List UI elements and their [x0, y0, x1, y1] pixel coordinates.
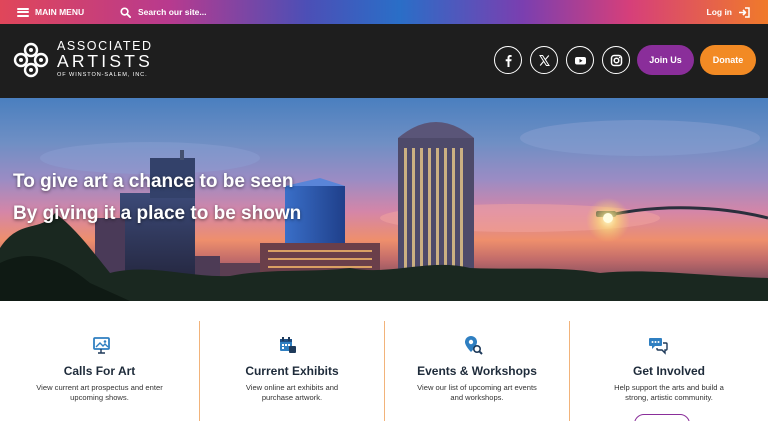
- search-input[interactable]: [138, 7, 338, 17]
- feature-description: View current art prospectus and enter up…: [36, 383, 163, 402]
- calendar-icon: [280, 337, 296, 353]
- top-bar: MAIN MENU Log in: [0, 0, 768, 24]
- donate-button[interactable]: Donate: [700, 45, 756, 75]
- facebook-icon: [505, 54, 512, 67]
- feature-title: Events & Workshops: [417, 364, 537, 378]
- instagram-link[interactable]: [602, 46, 630, 74]
- main-menu-button[interactable]: MAIN MENU: [17, 0, 84, 24]
- site-logo[interactable]: ASSOCIATED ARTISTS OF WINSTON-SALEM, INC…: [11, 40, 153, 80]
- feature-get-involved[interactable]: Get Involved Help support the arts and b…: [570, 301, 768, 421]
- facebook-link[interactable]: [494, 46, 522, 74]
- x-icon: [538, 54, 550, 66]
- youtube-icon: [574, 56, 586, 64]
- feature-description: Help support the arts and build a strong…: [614, 383, 724, 402]
- art-gallery-icon: [93, 337, 110, 354]
- instagram-icon: [610, 54, 622, 66]
- feature-calls-for-art[interactable]: Calls For Art View current art prospectu…: [0, 301, 199, 421]
- location-search-icon: [465, 336, 483, 355]
- swirl-logo-icon: [13, 42, 49, 78]
- hero-tagline-line2: By giving it a place to be shown: [13, 203, 302, 224]
- youtube-link[interactable]: [566, 46, 594, 74]
- main-menu-label: MAIN MENU: [35, 7, 85, 17]
- feature-row: Calls For Art View current art prospectu…: [0, 301, 768, 421]
- city-skyline-image: [0, 120, 768, 301]
- login-link[interactable]: Log in: [707, 0, 751, 24]
- hamburger-icon: [17, 7, 29, 17]
- feature-title: Get Involved: [632, 364, 706, 378]
- feature-description: View our list of upcoming art events and…: [417, 383, 537, 402]
- login-label: Log in: [706, 7, 733, 17]
- sign-in-icon: [739, 6, 750, 18]
- feature-title: Calls For Art: [63, 364, 136, 378]
- get-involved-button[interactable]: [634, 414, 690, 421]
- hero-banner: To give art a chance to be seen By givin…: [0, 98, 768, 301]
- x-link[interactable]: [530, 46, 558, 74]
- logo-text: ASSOCIATED ARTISTS OF WINSTON-SALEM, INC…: [57, 40, 153, 79]
- feature-current-exhibits[interactable]: Current Exhibits View online art exhibit…: [200, 301, 384, 421]
- hero-tagline-line1: To give art a chance to be seen: [13, 171, 294, 192]
- feature-description: View online art exhibits and purchase ar…: [245, 383, 339, 402]
- feature-events-workshops[interactable]: Events & Workshops View our list of upco…: [385, 301, 569, 421]
- chat-icon: [649, 338, 668, 355]
- feature-title: Current Exhibits: [245, 364, 339, 378]
- search-area: [120, 0, 338, 24]
- search-icon[interactable]: [120, 6, 131, 18]
- logo-line-artists: ARTISTS: [57, 51, 153, 71]
- site-header: ASSOCIATED ARTISTS OF WINSTON-SALEM, INC…: [0, 24, 768, 98]
- join-us-button[interactable]: Join Us: [637, 45, 694, 75]
- logo-line-winston-salem: OF WINSTON-SALEM, INC.: [57, 72, 148, 78]
